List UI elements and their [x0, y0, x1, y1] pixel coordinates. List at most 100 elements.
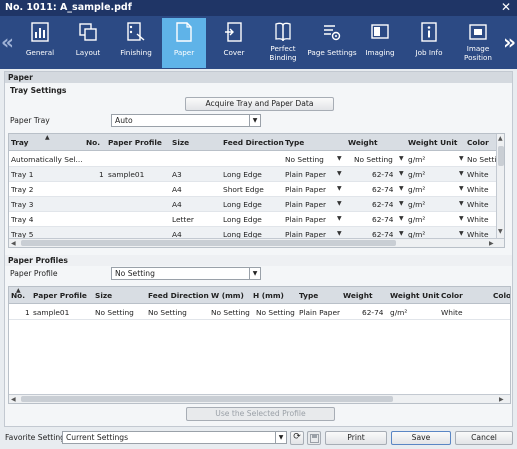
- scroll-left-icon[interactable]: «: [1, 30, 14, 54]
- col-paper-profile[interactable]: Paper Profile: [33, 291, 87, 300]
- col-color[interactable]: Color: [441, 291, 463, 300]
- table-row[interactable]: Tray 4 Letter Long Edge Plain Paper ▼ 62…: [9, 212, 496, 227]
- col-weight-unit[interactable]: Weight Unit: [408, 138, 457, 147]
- scroll-right-icon[interactable]: ▶: [499, 396, 504, 403]
- tab-finishing[interactable]: Finishing: [114, 18, 158, 68]
- col-color[interactable]: Color: [467, 138, 489, 147]
- tab-page-settings[interactable]: Page Settings: [307, 18, 357, 68]
- col-h-mm[interactable]: H (mm): [253, 291, 284, 300]
- cell-weight: 62-74: [372, 200, 394, 209]
- scroll-right-icon[interactable]: »: [503, 30, 516, 54]
- cell-size: A4: [172, 185, 182, 194]
- chevron-down-icon[interactable]: ▼: [459, 215, 464, 222]
- table-row[interactable]: Tray 2 A4 Short Edge Plain Paper ▼ 62-74…: [9, 182, 496, 197]
- col-weight[interactable]: Weight: [348, 138, 378, 147]
- refresh-button[interactable]: ⟳: [290, 431, 304, 445]
- favorite-setting-label: Favorite Setting: [5, 433, 65, 442]
- chevron-down-icon[interactable]: ▼: [399, 185, 404, 192]
- close-icon[interactable]: ✕: [501, 0, 511, 14]
- scroll-left-icon[interactable]: ◀: [11, 240, 16, 247]
- tab-image-position[interactable]: Image Position: [456, 18, 500, 68]
- tray-table-vscrollbar[interactable]: ▲ ▼: [496, 134, 504, 238]
- chevron-down-icon[interactable]: ▼: [337, 185, 342, 192]
- table-row[interactable]: Tray 1 1 sample01 A3 Long Edge Plain Pap…: [9, 167, 496, 182]
- chevron-down-icon[interactable]: ▼: [459, 170, 464, 177]
- chevron-down-icon[interactable]: ▼: [399, 170, 404, 177]
- chevron-down-icon[interactable]: ▼: [337, 230, 342, 237]
- chevron-down-icon[interactable]: ▼: [399, 230, 404, 237]
- settings-tab-bar: « General Layout Finishing Paper Cover P…: [0, 16, 517, 69]
- chevron-down-icon[interactable]: ▼: [337, 155, 342, 162]
- cell-unit: g/m²: [408, 185, 426, 194]
- cell-color: White: [467, 215, 489, 224]
- scroll-up-icon[interactable]: ▲: [498, 135, 503, 142]
- cell-size: Letter: [172, 215, 194, 224]
- col-color-extra[interactable]: Color I: [493, 291, 510, 300]
- cancel-button[interactable]: Cancel: [455, 431, 513, 445]
- title-bar: No. 1011: A_sample.pdf ✕: [0, 0, 517, 16]
- chevron-down-icon[interactable]: ▼: [399, 200, 404, 207]
- chevron-down-icon[interactable]: ▼: [337, 200, 342, 207]
- scroll-left-icon[interactable]: ◀: [11, 396, 16, 403]
- chevron-down-icon[interactable]: ▼: [459, 230, 464, 237]
- chevron-down-icon[interactable]: ▼: [459, 185, 464, 192]
- cell-weight: 62-74: [362, 308, 384, 317]
- paper-tray-select[interactable]: Auto ▼: [111, 114, 261, 127]
- col-tray[interactable]: Tray: [11, 138, 28, 147]
- print-button[interactable]: Print: [325, 431, 387, 445]
- save-favorite-button[interactable]: [307, 431, 321, 445]
- tab-paper[interactable]: Paper: [162, 18, 206, 68]
- col-feed-direction[interactable]: Feed Direction: [148, 291, 209, 300]
- table-row[interactable]: 1 sample01 No Setting No Setting No Sett…: [9, 305, 510, 320]
- col-w-mm[interactable]: W (mm): [211, 291, 244, 300]
- col-no[interactable]: No.: [11, 291, 25, 300]
- favorite-setting-select[interactable]: Current Settings ▼: [62, 431, 287, 444]
- tab-cover[interactable]: Cover: [212, 18, 256, 68]
- tab-job-info[interactable]: Job Info: [407, 18, 451, 68]
- col-size[interactable]: Size: [95, 291, 112, 300]
- cell-w: No Setting: [211, 308, 250, 317]
- chevron-down-icon[interactable]: ▼: [459, 155, 464, 162]
- col-weight[interactable]: Weight: [343, 291, 373, 300]
- save-button[interactable]: Save: [391, 431, 451, 445]
- col-feed-direction[interactable]: Feed Direction: [223, 138, 284, 147]
- col-type[interactable]: Type: [299, 291, 318, 300]
- use-selected-profile-button[interactable]: Use the Selected Profile: [186, 407, 335, 421]
- cell-feed: Long Edge: [223, 200, 262, 209]
- col-paper-profile[interactable]: Paper Profile: [108, 138, 162, 147]
- sort-asc-icon[interactable]: ▲: [45, 134, 50, 141]
- job-info-icon: [421, 22, 437, 42]
- cell-weight: 62-74: [372, 215, 394, 224]
- tab-general[interactable]: General: [18, 18, 62, 68]
- acquire-tray-data-button[interactable]: Acquire Tray and Paper Data: [185, 97, 334, 111]
- scroll-thumb[interactable]: [21, 240, 396, 246]
- scroll-down-icon[interactable]: ▼: [498, 228, 503, 235]
- tray-settings-title: Tray Settings: [10, 86, 67, 95]
- col-size[interactable]: Size: [172, 138, 189, 147]
- chevron-down-icon[interactable]: ▼: [337, 170, 342, 177]
- table-row[interactable]: Tray 3 A4 Long Edge Plain Paper ▼ 62-74 …: [9, 197, 496, 212]
- scroll-thumb[interactable]: [21, 396, 393, 402]
- chevron-down-icon[interactable]: ▼: [399, 215, 404, 222]
- cell-weight: 62-74: [372, 170, 394, 179]
- tab-label: General: [25, 48, 55, 57]
- tab-imaging[interactable]: Imaging: [358, 18, 402, 68]
- tab-layout[interactable]: Layout: [66, 18, 110, 68]
- chevron-down-icon[interactable]: ▼: [399, 155, 404, 162]
- table-row[interactable]: Automatically Sel... No Setting ▼ No Set…: [9, 152, 504, 167]
- cover-icon: [225, 22, 242, 42]
- chevron-down-icon[interactable]: ▼: [337, 215, 342, 222]
- tab-perfect-binding[interactable]: Perfect Binding: [261, 18, 305, 68]
- cell-no: 1: [99, 170, 104, 179]
- col-type[interactable]: Type: [285, 138, 304, 147]
- tab-label: Layout: [75, 48, 101, 57]
- scroll-thumb[interactable]: [498, 146, 504, 166]
- tab-label: Finishing: [120, 48, 152, 57]
- scroll-right-icon[interactable]: ▶: [489, 240, 494, 247]
- col-weight-unit[interactable]: Weight Unit: [390, 291, 439, 300]
- tray-table-hscrollbar[interactable]: ◀ ▶: [9, 238, 504, 247]
- chevron-down-icon[interactable]: ▼: [459, 200, 464, 207]
- paper-profile-select[interactable]: No Setting ▼: [111, 267, 261, 280]
- profile-table-hscrollbar[interactable]: ◀ ▶: [9, 394, 510, 403]
- col-no[interactable]: No.: [86, 138, 100, 147]
